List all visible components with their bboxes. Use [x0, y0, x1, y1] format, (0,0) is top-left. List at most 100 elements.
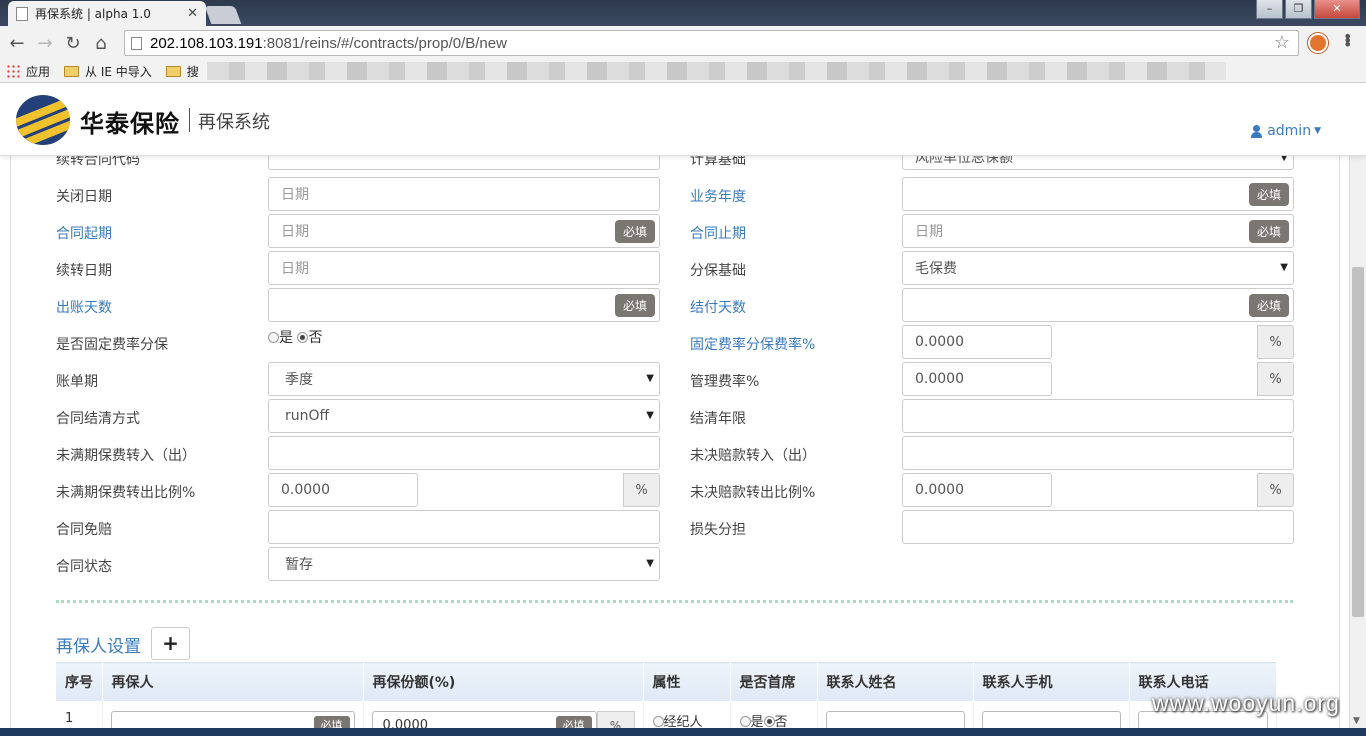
exemption-input[interactable] [268, 510, 660, 544]
settle-days-input[interactable]: 必填 [902, 288, 1294, 322]
select-value: 季度 [285, 372, 313, 388]
bill-days-input[interactable]: 必填 [268, 288, 660, 322]
fixed-rate-pct-input[interactable]: 0.0000 [902, 325, 1052, 359]
end-date-input[interactable]: 日期 必填 [902, 214, 1294, 248]
url-path: :8081/reins/#/contracts/prop/0/B/new [262, 34, 507, 52]
page-icon [16, 6, 28, 21]
input-value: 0.0000 [915, 371, 964, 387]
bookmark-apps[interactable]: 应用 [6, 63, 50, 80]
chevron-down-icon: ▼ [1280, 156, 1288, 163]
bookmark-star-icon[interactable]: ☆ [1274, 32, 1290, 53]
end-date-label: 合同止期 [690, 226, 746, 242]
page-scrollbar[interactable]: ▲ ▼ [1349, 84, 1366, 736]
home-icon[interactable]: ⌂ [87, 33, 115, 54]
radio-yes-label: 是 [279, 330, 293, 346]
extension-icon[interactable] [1308, 33, 1328, 53]
bookmark-label: 应用 [26, 64, 51, 79]
mgmt-fee-label: 管理费率% [690, 374, 760, 390]
percent-addon: % [1257, 325, 1294, 359]
tab-title: 再保系统 | alpha 1.0 [35, 7, 151, 21]
new-tab-button[interactable] [204, 6, 242, 24]
col-header-lead: 是否首席 [730, 662, 818, 701]
unexpired-ratio-input[interactable]: 0.0000 [268, 473, 418, 507]
radio-no[interactable] [297, 332, 309, 343]
col-header-reinsurer: 再保人 [102, 662, 364, 701]
browser-menu-icon[interactable]: • • • [1343, 29, 1357, 53]
username: admin [1267, 123, 1312, 139]
address-bar[interactable]: 202.108.103.191:8081/reins/#/contracts/p… [124, 30, 1299, 56]
close-date-input[interactable]: 日期 [268, 177, 660, 211]
lead-no-radio[interactable] [763, 715, 775, 727]
cession-basis-select[interactable]: 毛保费 ▼ [902, 251, 1294, 285]
calc-basis-select[interactable]: 风险单位总保额 ▼ [902, 156, 1294, 170]
renew-code-label: 续转合同代码 [56, 156, 140, 168]
reinsurer-table: 序号 再保人 再保份额(%) 属性 是否首席 联系人姓名 联系人手机 联系人电话… [56, 662, 1277, 736]
browser-tab[interactable]: 再保系统 | alpha 1.0 ✕ [8, 1, 206, 26]
input-value: 0.0000 [915, 334, 964, 350]
app-header: 华泰保险 再保系统 admin ▼ [0, 84, 1366, 156]
unexpired-transfer-input[interactable] [268, 436, 660, 470]
folder-icon [64, 65, 80, 77]
fixed-rate-label: 是否固定费率分保 [56, 337, 168, 353]
bookmark-search[interactable]: 搜 [165, 63, 199, 80]
renew-date-label: 续转日期 [56, 263, 112, 279]
radio-no-label: 否 [308, 330, 323, 346]
col-header-contact-mobile: 联系人手机 [973, 662, 1130, 701]
unexpired-ratio-label: 未满期保费转出比例% [56, 485, 196, 501]
blurred-bookmarks [206, 62, 1226, 80]
percent-addon: % [623, 473, 660, 507]
renew-code-input[interactable] [268, 156, 660, 170]
tab-close-icon[interactable]: ✕ [187, 6, 198, 21]
col-header-attribute: 属性 [643, 662, 731, 701]
date-placeholder: 日期 [915, 224, 943, 240]
back-arrow-icon[interactable]: ← [3, 33, 31, 54]
add-reinsurer-button[interactable]: + [151, 627, 190, 660]
chevron-down-icon: ▼ [1280, 262, 1288, 273]
select-value: 暂存 [285, 557, 313, 573]
required-badge: 必填 [614, 294, 655, 317]
scrollbar-thumb[interactable] [1352, 267, 1364, 617]
minimize-button[interactable]: – [1256, 0, 1283, 19]
settle-years-input[interactable] [902, 399, 1294, 433]
browser-tabstrip: 再保系统 | alpha 1.0 ✕ – ❐ ✕ [0, 0, 1366, 26]
watermark: www.wooyun.org [1152, 690, 1340, 716]
outstanding-ratio-input[interactable]: 0.0000 [902, 473, 1052, 507]
calc-basis-label: 计算基础 [690, 156, 746, 168]
forward-arrow-icon[interactable]: → [31, 33, 59, 54]
settle-method-select[interactable]: runOff ▼ [268, 399, 660, 433]
scroll-down-icon[interactable]: ▼ [1353, 716, 1360, 726]
table-header-row: 序号 再保人 再保份额(%) 属性 是否首席 联系人姓名 联系人手机 联系人电话 [56, 662, 1277, 701]
status-select[interactable]: 暂存 ▼ [268, 547, 660, 581]
select-value: 毛保费 [915, 261, 957, 277]
outstanding-transfer-input[interactable] [902, 436, 1294, 470]
loss-share-label: 损失分担 [690, 522, 746, 538]
settle-days-label: 结付天数 [690, 300, 746, 316]
page-info-icon[interactable] [131, 36, 142, 50]
mgmt-fee-input[interactable]: 0.0000 [902, 362, 1052, 396]
maximize-button[interactable]: ❐ [1285, 0, 1312, 19]
cession-basis-label: 分保基础 [690, 263, 746, 279]
required-badge: 必填 [1248, 183, 1289, 206]
bookmark-label: 从 IE 中导入 [85, 64, 152, 79]
select-value: runOff [285, 408, 330, 424]
section-divider [56, 600, 1293, 603]
brand-divider [189, 108, 190, 132]
reload-icon[interactable]: ↻ [59, 33, 87, 54]
start-date-input[interactable]: 日期 必填 [268, 214, 660, 248]
settle-method-label: 合同结清方式 [56, 411, 140, 427]
bookmark-ie-import[interactable]: 从 IE 中导入 [64, 63, 152, 80]
user-menu[interactable]: admin ▼ [1251, 123, 1321, 139]
loss-share-input[interactable] [902, 510, 1294, 544]
col-header-contact-name: 联系人姓名 [817, 662, 974, 701]
broker-radio[interactable] [652, 715, 664, 727]
radio-yes[interactable] [268, 332, 279, 343]
fixed-rate-pct-label: 固定费率分保费率% [690, 337, 816, 353]
date-placeholder: 日期 [281, 224, 309, 240]
business-year-input[interactable]: 必填 [902, 177, 1294, 211]
bill-period-select[interactable]: 季度 ▼ [268, 362, 660, 396]
close-window-button[interactable]: ✕ [1314, 0, 1360, 19]
lead-yes-radio[interactable] [739, 715, 751, 727]
window-controls: – ❐ ✕ [1256, 0, 1360, 19]
renew-date-input[interactable]: 日期 [268, 251, 660, 285]
fixed-rate-radio-group: 是 否 [268, 327, 322, 347]
